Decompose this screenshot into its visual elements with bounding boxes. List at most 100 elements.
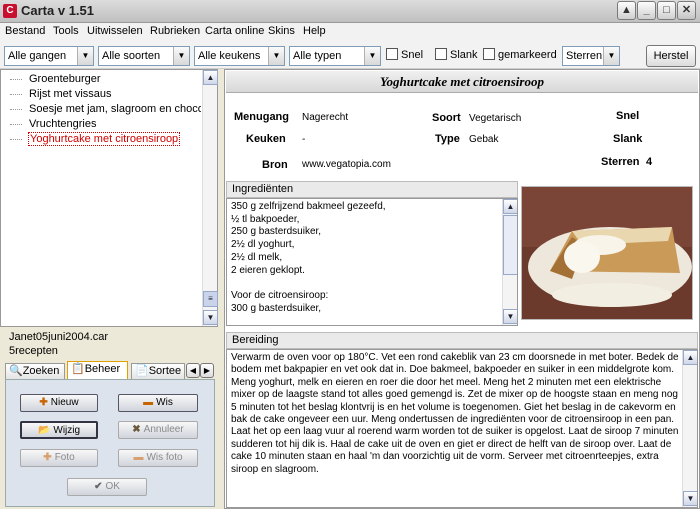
chevron-down-icon: ▼ (364, 47, 380, 65)
tree-connector (10, 139, 22, 140)
nieuw-label: Nieuw (50, 397, 79, 408)
menugang-value: Nagerecht (302, 112, 349, 123)
scroll-up-icon[interactable]: ▲ (683, 350, 697, 365)
ingredients-textbox[interactable]: 350 g zelfrijzend bakmeel gezeefd, ½ tl … (226, 198, 518, 326)
gangen-select[interactable]: Alle gangen ▼ (4, 46, 94, 66)
keuken-label: Keuken (246, 133, 286, 145)
sterren-value: Sterren (566, 50, 603, 62)
sterren-select[interactable]: Sterren ▼ (562, 46, 620, 66)
herstel-button[interactable]: Herstel (646, 45, 696, 67)
ingredient-line: 250 g basterdsuiker, (231, 226, 322, 238)
wijzig-label: Wijzig (53, 425, 81, 436)
foto-button[interactable]: ✚ Foto (20, 449, 98, 467)
chevron-down-icon: ▼ (268, 47, 284, 65)
tab-zoeken[interactable]: 🔍Zoeken (5, 363, 65, 379)
ingredient-line: 2 eieren geklopt. (231, 264, 305, 276)
wijzig-button[interactable]: 📂 Wijzig (20, 421, 98, 439)
list-item[interactable]: Groenteburger (29, 73, 101, 85)
keukens-select[interactable]: Alle keukens ▼ (194, 46, 285, 66)
plus-icon: ✚ (43, 452, 52, 463)
ingredient-line: 300 g basterdsuiker, (231, 302, 322, 314)
checkbox-box (386, 48, 398, 60)
list-item-selected[interactable]: Yoghurtcake met citroensiroop (28, 132, 181, 146)
scroll-up-icon[interactable]: ▲ (203, 70, 218, 85)
menu-help[interactable]: Help (303, 25, 326, 37)
bereiding-scrollbar[interactable]: ▲ ▼ (682, 350, 697, 507)
ok-label: OK (105, 481, 120, 492)
bereiding-textbox[interactable]: Verwarm de oven voor op 180°C. Vet een r… (226, 349, 698, 508)
keukens-value: Alle keukens (198, 50, 261, 62)
recipe-count: 5recepten (9, 345, 58, 357)
gemarkeerd-checkbox[interactable]: gemarkeerd (483, 46, 557, 66)
scroll-down-icon[interactable]: ▼ (203, 310, 218, 325)
menu-tools[interactable]: Tools (53, 25, 79, 37)
scroll-up-icon[interactable]: ▲ (503, 199, 517, 214)
ok-button[interactable]: ✔ OK (67, 478, 147, 496)
tab-beheer-label: Beheer (84, 363, 121, 375)
minus-icon: ▬ (143, 397, 154, 408)
maximize-button[interactable]: □ (657, 1, 676, 20)
ingredient-line: Voor de citroensiroop: (231, 289, 329, 301)
menu-skins[interactable]: Skins (268, 25, 295, 37)
tab-scroll-right[interactable]: ▶ (200, 363, 214, 378)
tab-beheer[interactable]: 📋Beheer (67, 361, 128, 379)
tab-scroll-left[interactable]: ◀ (186, 363, 200, 378)
scroll-thumb[interactable]: ≡ (203, 291, 218, 307)
soort-label: Soort (432, 112, 461, 124)
tree-connector (10, 109, 22, 110)
soorten-select[interactable]: Alle soorten ▼ (98, 46, 190, 66)
typen-value: Alle typen (293, 50, 342, 62)
scroll-down-icon[interactable]: ▼ (683, 491, 697, 506)
recipe-list: Groenteburger Rijst met vissaus Soesje m… (0, 69, 218, 327)
checkbox-box (483, 48, 495, 60)
snel-label: Snel (401, 49, 424, 61)
list-item[interactable]: Rijst met vissaus (29, 88, 112, 100)
foto-label: Foto (54, 452, 75, 463)
menu-uitwisselen[interactable]: Uitwisselen (87, 25, 143, 37)
scroll-down-icon[interactable]: ▼ (503, 309, 517, 324)
annuleer-label: Annuleer (143, 424, 184, 435)
type-label: Type (435, 133, 460, 145)
wis-button[interactable]: ▬ Wis (118, 394, 198, 412)
scroll-thumb[interactable] (503, 215, 517, 275)
list-item[interactable]: Soesje met jam, slagroom en chocolad (29, 103, 201, 115)
slank-label: Slank (450, 49, 478, 61)
gangen-value: Alle gangen (8, 50, 67, 62)
clipboard-icon: 📋 (71, 363, 85, 375)
snel-indicator: Snel (616, 110, 640, 122)
app-icon: C (3, 4, 17, 18)
ingredient-line: 2½ dl melk, (231, 251, 283, 263)
cancel-x-icon: ✖ (132, 424, 141, 435)
ingredients-scrollbar[interactable]: ▲ ▼ (502, 199, 517, 325)
menu-carta-online[interactable]: Carta online (205, 25, 264, 37)
skin-up-button[interactable]: ▲ (617, 1, 636, 20)
close-button[interactable]: ✕ (677, 1, 696, 20)
typen-select[interactable]: Alle typen ▼ (289, 46, 381, 66)
menu-bestand[interactable]: Bestand (5, 25, 45, 37)
checkmark-icon: ✔ (94, 481, 103, 492)
annuleer-button[interactable]: ✖ Annuleer (118, 421, 198, 439)
tree-connector (10, 124, 22, 125)
list-scrollbar[interactable]: ▲ ≡ ▼ (202, 70, 218, 326)
search-icon: 🔍 (9, 365, 23, 377)
snel-checkbox[interactable]: Snel (386, 46, 423, 66)
cake-photo-icon (522, 187, 692, 319)
tab-sorteer[interactable]: 📄Sortee (131, 363, 185, 379)
list-item[interactable]: Vruchtengries (29, 118, 96, 130)
chevron-down-icon: ▼ (77, 47, 93, 65)
minus-icon: ▬ (133, 452, 144, 463)
menu-rubrieken[interactable]: Rubrieken (150, 25, 200, 37)
slank-checkbox[interactable]: Slank (435, 46, 478, 66)
tab-sorteer-label: Sortee (148, 365, 182, 377)
wis-label: Wis (156, 397, 173, 408)
recipe-photo (521, 186, 693, 320)
tree-connector (10, 79, 22, 80)
minimize-button[interactable]: _ (637, 1, 656, 20)
sort-icon: 📄 (135, 365, 149, 377)
nieuw-button[interactable]: ✚ Nieuw (20, 394, 98, 412)
tree-connector (10, 94, 22, 95)
sterren-value: 4 (646, 156, 653, 168)
bereiding-header: Bereiding (226, 332, 698, 349)
soorten-value: Alle soorten (102, 50, 161, 62)
wis-foto-button[interactable]: ▬ Wis foto (118, 449, 198, 467)
